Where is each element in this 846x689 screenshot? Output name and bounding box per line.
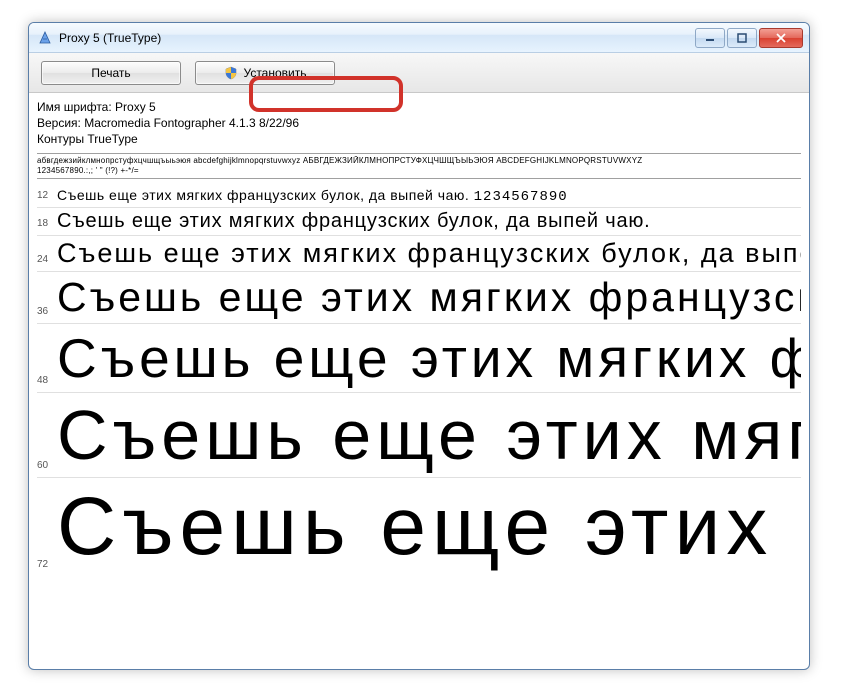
sample-text: Съешь еще этих мягких французских булок,… (57, 480, 801, 574)
close-button[interactable] (759, 28, 803, 48)
sample-row: 36 Съешь еще этих мягких французских бул… (37, 272, 801, 324)
sample-text: Съешь еще этих мягких французских булок,… (57, 326, 801, 390)
app-icon (37, 30, 53, 46)
minimize-button[interactable] (695, 28, 725, 48)
sample-row: 72 Съешь еще этих мягких французских бул… (37, 478, 801, 576)
install-button[interactable]: Установить (195, 61, 335, 85)
sample-size-label: 36 (37, 306, 57, 321)
charset-line-1: абвгдежзийклмнопрстуфхцчшщъыьэюя abcdefg… (37, 156, 801, 166)
sample-row: 12 Съешь еще этих мягких французских бул… (37, 185, 801, 208)
install-button-label: Установить (244, 66, 307, 80)
charset-line-2: 1234567890.:,; ' " (!?) +-*/= (37, 166, 801, 176)
charset-block: абвгдежзийклмнопрстуфхцчшщъыьэюя abcdefg… (37, 153, 801, 179)
sample-row: 24 Съешь еще этих мягких французских бул… (37, 236, 801, 272)
sample-text: Съешь еще этих мягких французских булок,… (57, 238, 801, 269)
uac-shield-icon (224, 66, 238, 80)
font-name-line: Имя шрифта: Proxy 5 (37, 99, 801, 115)
window-title: Proxy 5 (TrueType) (59, 31, 695, 45)
font-version-line: Версия: Macromedia Fontographer 4.1.3 8/… (37, 115, 801, 131)
sample-size-label: 60 (37, 460, 57, 475)
sample-row: 18 Съешь еще этих мягких французских бул… (37, 208, 801, 236)
sample-text: Съешь еще этих мягких французских булок,… (57, 274, 801, 321)
sample-row: 60 Съешь еще этих мягких французских бул… (37, 393, 801, 478)
sample-size-label: 24 (37, 254, 57, 269)
titlebar: Proxy 5 (TrueType) (29, 23, 809, 53)
sample-size-label: 12 (37, 190, 57, 205)
content-area: Имя шрифта: Proxy 5 Версия: Macromedia F… (29, 93, 809, 669)
sample-text: Съешь еще этих мягких французских булок,… (57, 187, 568, 205)
maximize-button[interactable] (727, 28, 757, 48)
print-button[interactable]: Печать (41, 61, 181, 85)
toolbar: Печать Установить (29, 53, 809, 93)
sample-row: 48 Съешь еще этих мягких французских бул… (37, 324, 801, 393)
sample-size-label: 18 (37, 218, 57, 233)
sample-size-label: 72 (37, 559, 57, 574)
sample-size-label: 48 (37, 375, 57, 390)
window-buttons (695, 28, 803, 48)
sample-text: Съешь еще этих мягких французских булок,… (57, 210, 651, 233)
print-button-label: Печать (91, 66, 130, 80)
sample-list: 12 Съешь еще этих мягких французских бул… (37, 185, 801, 576)
font-viewer-window: Proxy 5 (TrueType) Печать (28, 22, 810, 670)
sample-text: Съешь еще этих мягких французских булок,… (57, 395, 801, 475)
font-outlines-line: Контуры TrueType (37, 131, 801, 147)
